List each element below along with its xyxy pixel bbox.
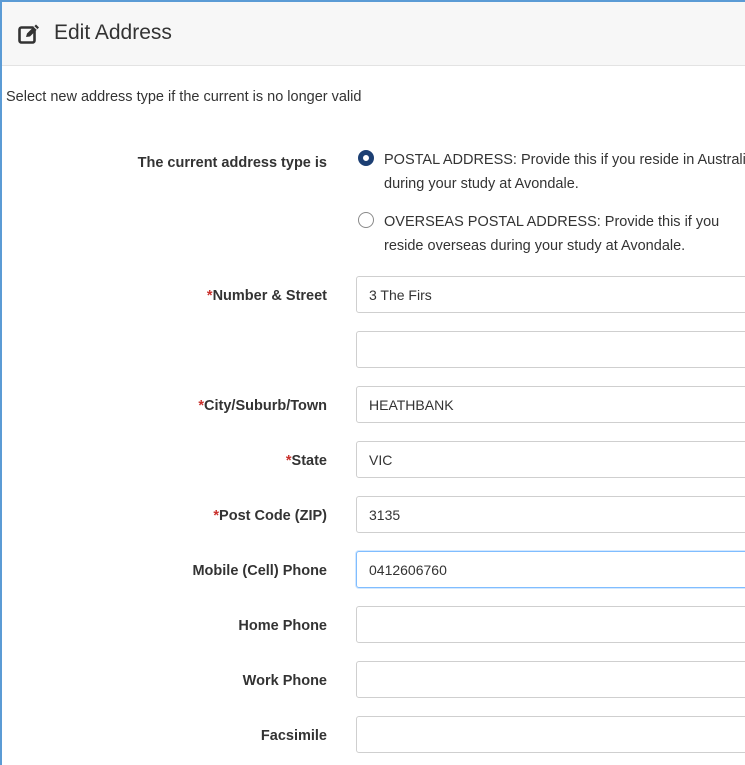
city-input[interactable] (356, 386, 745, 423)
city-label: *City/Suburb/Town (27, 398, 327, 414)
radio-postal-label: POSTAL ADDRESS: Provide this if you resi… (384, 152, 745, 192)
radio-checked-icon[interactable] (358, 150, 374, 166)
work-phone-input[interactable] (356, 661, 745, 698)
facsimile-label: Facsimile (260, 728, 327, 744)
city-label-text: City/Suburb/Town (204, 398, 327, 414)
address-type-label: The current address type is (137, 155, 327, 171)
page-title: Edit Address (54, 21, 172, 44)
state-label: *State (27, 453, 327, 469)
window-frame (0, 0, 745, 765)
state-label-text: State (291, 453, 327, 469)
postcode-input[interactable] (356, 496, 745, 533)
home-phone-label: Home Phone (238, 618, 327, 634)
state-input[interactable] (356, 441, 745, 478)
edit-icon (18, 23, 40, 45)
facsimile-input[interactable] (356, 716, 745, 753)
home-phone-input[interactable] (356, 606, 745, 643)
mobile-phone-input[interactable] (356, 551, 745, 588)
street-input[interactable] (356, 276, 745, 313)
intro-text: Select new address type if the current i… (6, 89, 362, 105)
postcode-label: *Post Code (ZIP) (27, 508, 327, 524)
radio-unchecked-icon[interactable] (358, 212, 374, 228)
mobile-label: Mobile (Cell) Phone (192, 563, 327, 579)
work-phone-label: Work Phone (242, 673, 327, 689)
street-line2-input[interactable] (356, 331, 745, 368)
panel-header: Edit Address (2, 2, 745, 66)
street-label-text: Number & Street (212, 288, 327, 304)
street-label: *Number & Street (27, 288, 327, 304)
postcode-label-text: Post Code (ZIP) (219, 508, 327, 524)
radio-overseas-label: OVERSEAS POSTAL ADDRESS: Provide this if… (384, 214, 720, 254)
